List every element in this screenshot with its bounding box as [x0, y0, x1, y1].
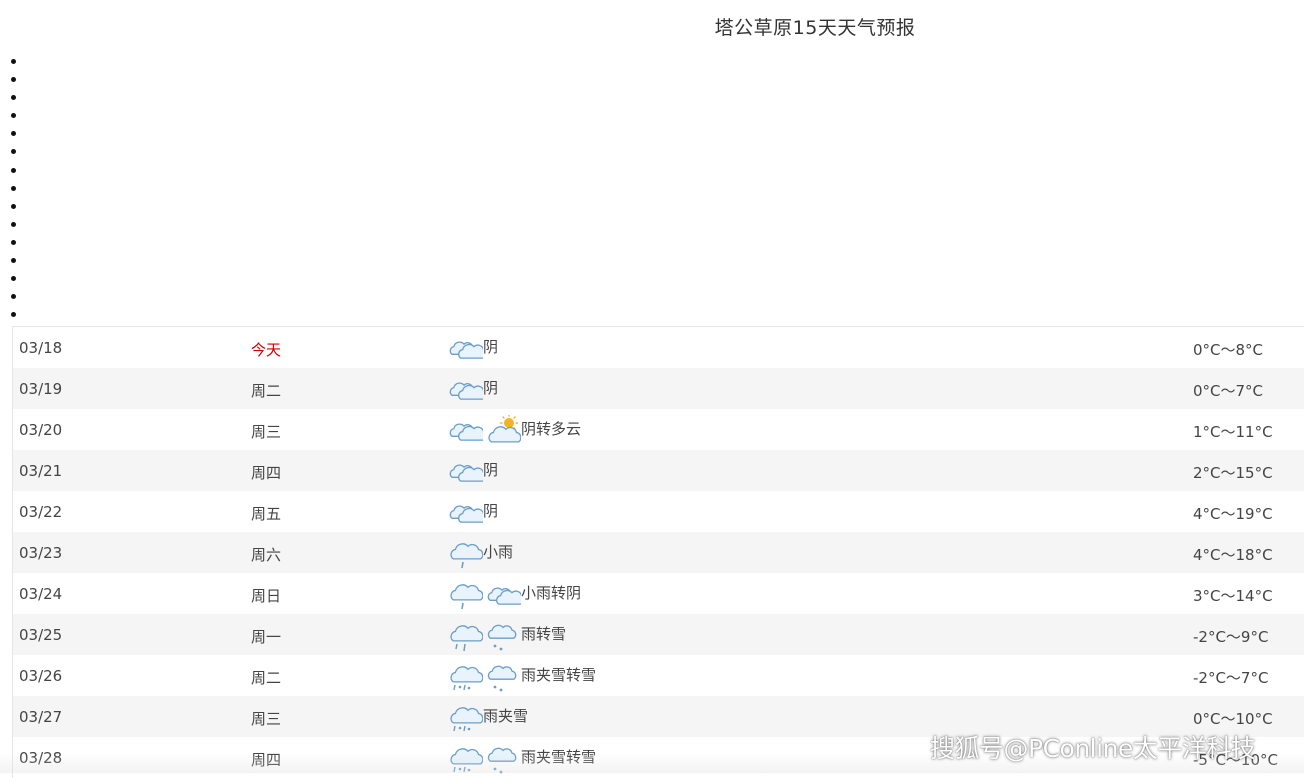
page-title: 塔公草原15天天气预报 [714, 17, 916, 39]
forecast-condition: 小雨 [483, 543, 514, 561]
forecast-weather: 阴 [445, 374, 498, 404]
forecast-row: 03/24 周日 小雨转阴 3°C～14°C [13, 573, 1304, 614]
forecast-date: 03/21 [19, 462, 63, 480]
forecast-row: 03/23 周六 小雨 4°C～18°C [13, 532, 1304, 573]
forecast-date: 03/22 [19, 503, 63, 521]
snow-icon [483, 661, 521, 695]
light-rain-icon [445, 579, 483, 613]
sleet-icon [445, 661, 483, 695]
forecast-weekday: 周二 [251, 382, 282, 400]
snow-icon [483, 743, 521, 777]
forecast-condition: 雨转雪 [521, 625, 567, 643]
forecast-weather: 阴转多云 [445, 415, 581, 445]
forecast-weather: 阴 [445, 497, 498, 527]
overcast-icon [445, 497, 483, 531]
sleet-icon [445, 743, 483, 777]
forecast-condition: 小雨转阴 [521, 584, 582, 602]
forecast-weekday: 周六 [251, 546, 282, 564]
forecast-date: 03/25 [19, 626, 63, 644]
sleet-icon [445, 702, 483, 736]
forecast-weather: 阴 [445, 456, 498, 486]
forecast-condition: 雨夹雪转雪 [521, 666, 597, 684]
forecast-row: 03/26 周二 雨夹雪转雪 -2°C～7°C [13, 655, 1304, 696]
forecast-weather: 雨夹雪转雪 [445, 661, 597, 692]
forecast-row: 03/22 周五 阴 4°C～19°C [13, 491, 1304, 532]
overcast-icon [445, 456, 483, 490]
forecast-date: 03/24 [19, 585, 63, 603]
forecast-temperature: -2°C～9°C [1193, 628, 1269, 646]
forecast-weekday: 周三 [251, 423, 282, 441]
forecast-condition: 阴 [483, 338, 499, 356]
forecast-row: 03/19 周二 阴 0°C～7°C [13, 368, 1304, 409]
forecast-date: 03/28 [19, 749, 63, 767]
forecast-condition: 雨夹雪转雪 [521, 748, 597, 766]
forecast-table: 03/18 今天阴 0°C～8°C 03/19 周二阴 0°C～7°C 03/20 周三 阴转多… [12, 326, 1304, 778]
forecast-weekday: 周五 [251, 505, 282, 523]
forecast-date: 03/18 [19, 339, 63, 357]
watermark: 搜狐号@PConline太平洋科技 [930, 734, 1256, 763]
rain-icon [445, 620, 483, 654]
forecast-condition: 阴 [483, 461, 499, 479]
forecast-condition: 阴转多云 [521, 420, 582, 438]
forecast-temperature: 4°C～19°C [1193, 505, 1273, 523]
partly-cloudy-icon [483, 415, 521, 449]
forecast-temperature: 2°C～15°C [1193, 464, 1273, 482]
forecast-condition: 阴 [483, 379, 499, 397]
forecast-weekday: 周四 [251, 751, 282, 769]
overcast-icon [445, 333, 483, 367]
forecast-temperature: 1°C～11°C [1193, 423, 1273, 441]
forecast-temperature: 3°C～14°C [1193, 587, 1273, 605]
forecast-condition: 阴 [483, 502, 499, 520]
forecast-temperature: 0°C～7°C [1193, 382, 1264, 400]
forecast-temperature: 4°C～18°C [1193, 546, 1273, 564]
forecast-temperature: 0°C～10°C [1193, 710, 1273, 728]
forecast-temperature: 0°C～8°C [1193, 341, 1264, 359]
forecast-weekday: 今天 [251, 341, 282, 359]
forecast-date: 03/19 [19, 380, 63, 398]
forecast-weather: 雨转雪 [445, 620, 567, 652]
forecast-row: 03/18 今天 阴 0°C～8°C [13, 327, 1304, 368]
forecast-row: 03/20 周三 阴转多云 1°C～11°C [13, 409, 1304, 450]
forecast-date: 03/26 [19, 667, 63, 685]
forecast-weather: 阴 [445, 333, 498, 363]
forecast-weather: 雨夹雪转雪 [445, 743, 597, 774]
forecast-weather: 雨夹雪 [445, 702, 528, 732]
forecast-condition: 雨夹雪 [483, 707, 529, 725]
forecast-weekday: 周日 [251, 587, 282, 605]
overcast-icon [483, 579, 521, 613]
forecast-temperature: -2°C～7°C [1193, 669, 1269, 687]
forecast-weekday: 周三 [251, 710, 282, 728]
overcast-icon [445, 415, 483, 449]
snow-icon [483, 620, 521, 654]
forecast-weather: 小雨 [445, 538, 514, 569]
forecast-row: 03/25 周一 雨转雪 -2°C～9°C [13, 614, 1304, 655]
overcast-icon [445, 374, 483, 408]
forecast-date: 03/20 [19, 421, 63, 439]
forecast-weekday: 周二 [251, 669, 282, 687]
forecast-date: 03/27 [19, 708, 63, 726]
forecast-weather: 小雨转阴 [445, 579, 582, 610]
forecast-weekday: 周四 [251, 464, 282, 482]
light-rain-icon [445, 538, 483, 572]
forecast-date: 03/23 [19, 544, 63, 562]
forecast-row: 03/21 周四 阴 2°C～15°C [13, 450, 1304, 491]
forecast-weekday: 周一 [251, 628, 282, 646]
